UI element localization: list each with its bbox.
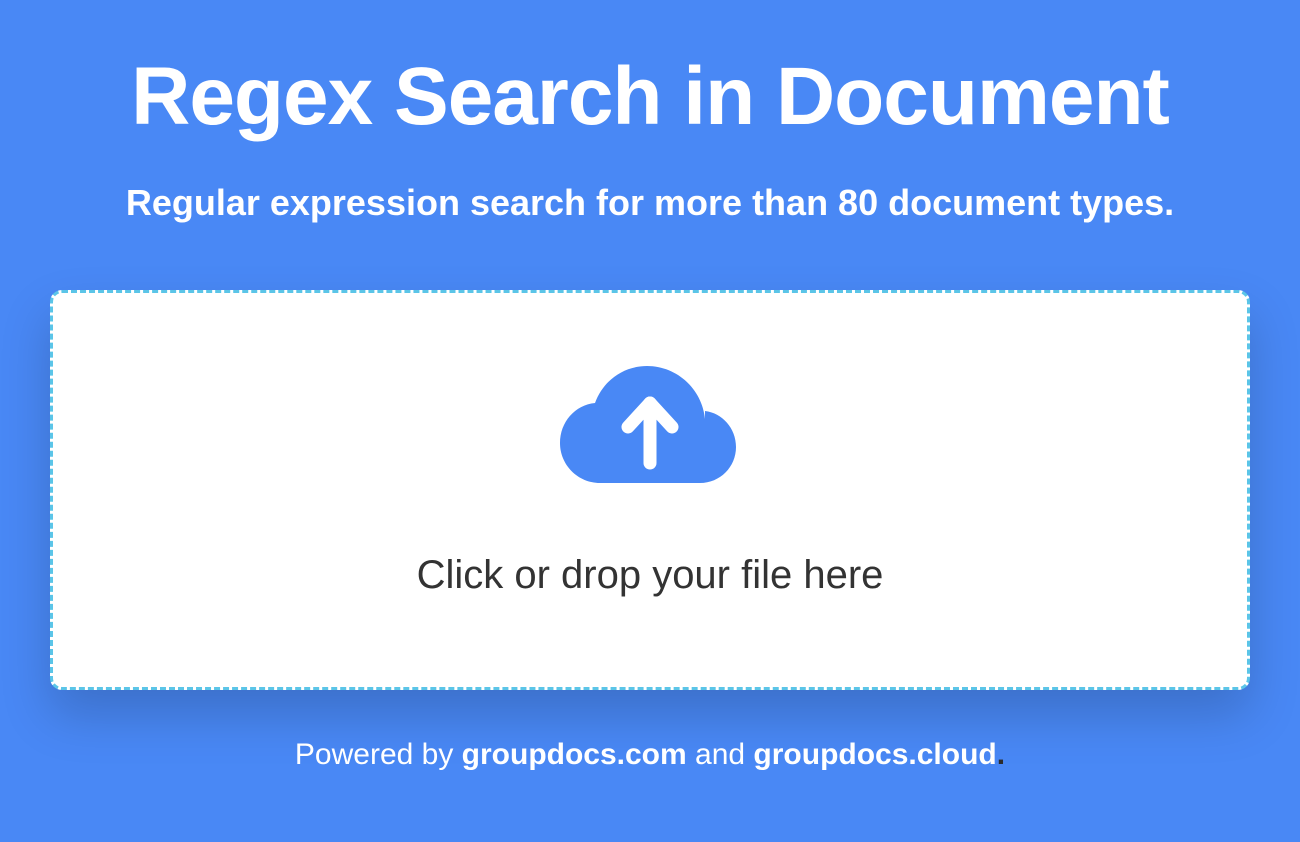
dropzone-instruction: Click or drop your file here [417, 553, 884, 598]
cloud-upload-icon [560, 353, 740, 493]
footer-link-groupdocs-com[interactable]: groupdocs.com [462, 738, 687, 771]
footer-period: . [997, 738, 1005, 771]
file-dropzone[interactable]: Click or drop your file here [50, 290, 1250, 690]
footer-conjunction: and [687, 738, 754, 771]
footer-text: Powered by groupdocs.com and groupdocs.c… [295, 738, 1005, 772]
page-subtitle: Regular expression search for more than … [126, 182, 1174, 224]
page-title: Regex Search in Document [131, 50, 1169, 144]
footer-prefix: Powered by [295, 738, 462, 771]
footer-link-groupdocs-cloud[interactable]: groupdocs.cloud [753, 738, 996, 771]
